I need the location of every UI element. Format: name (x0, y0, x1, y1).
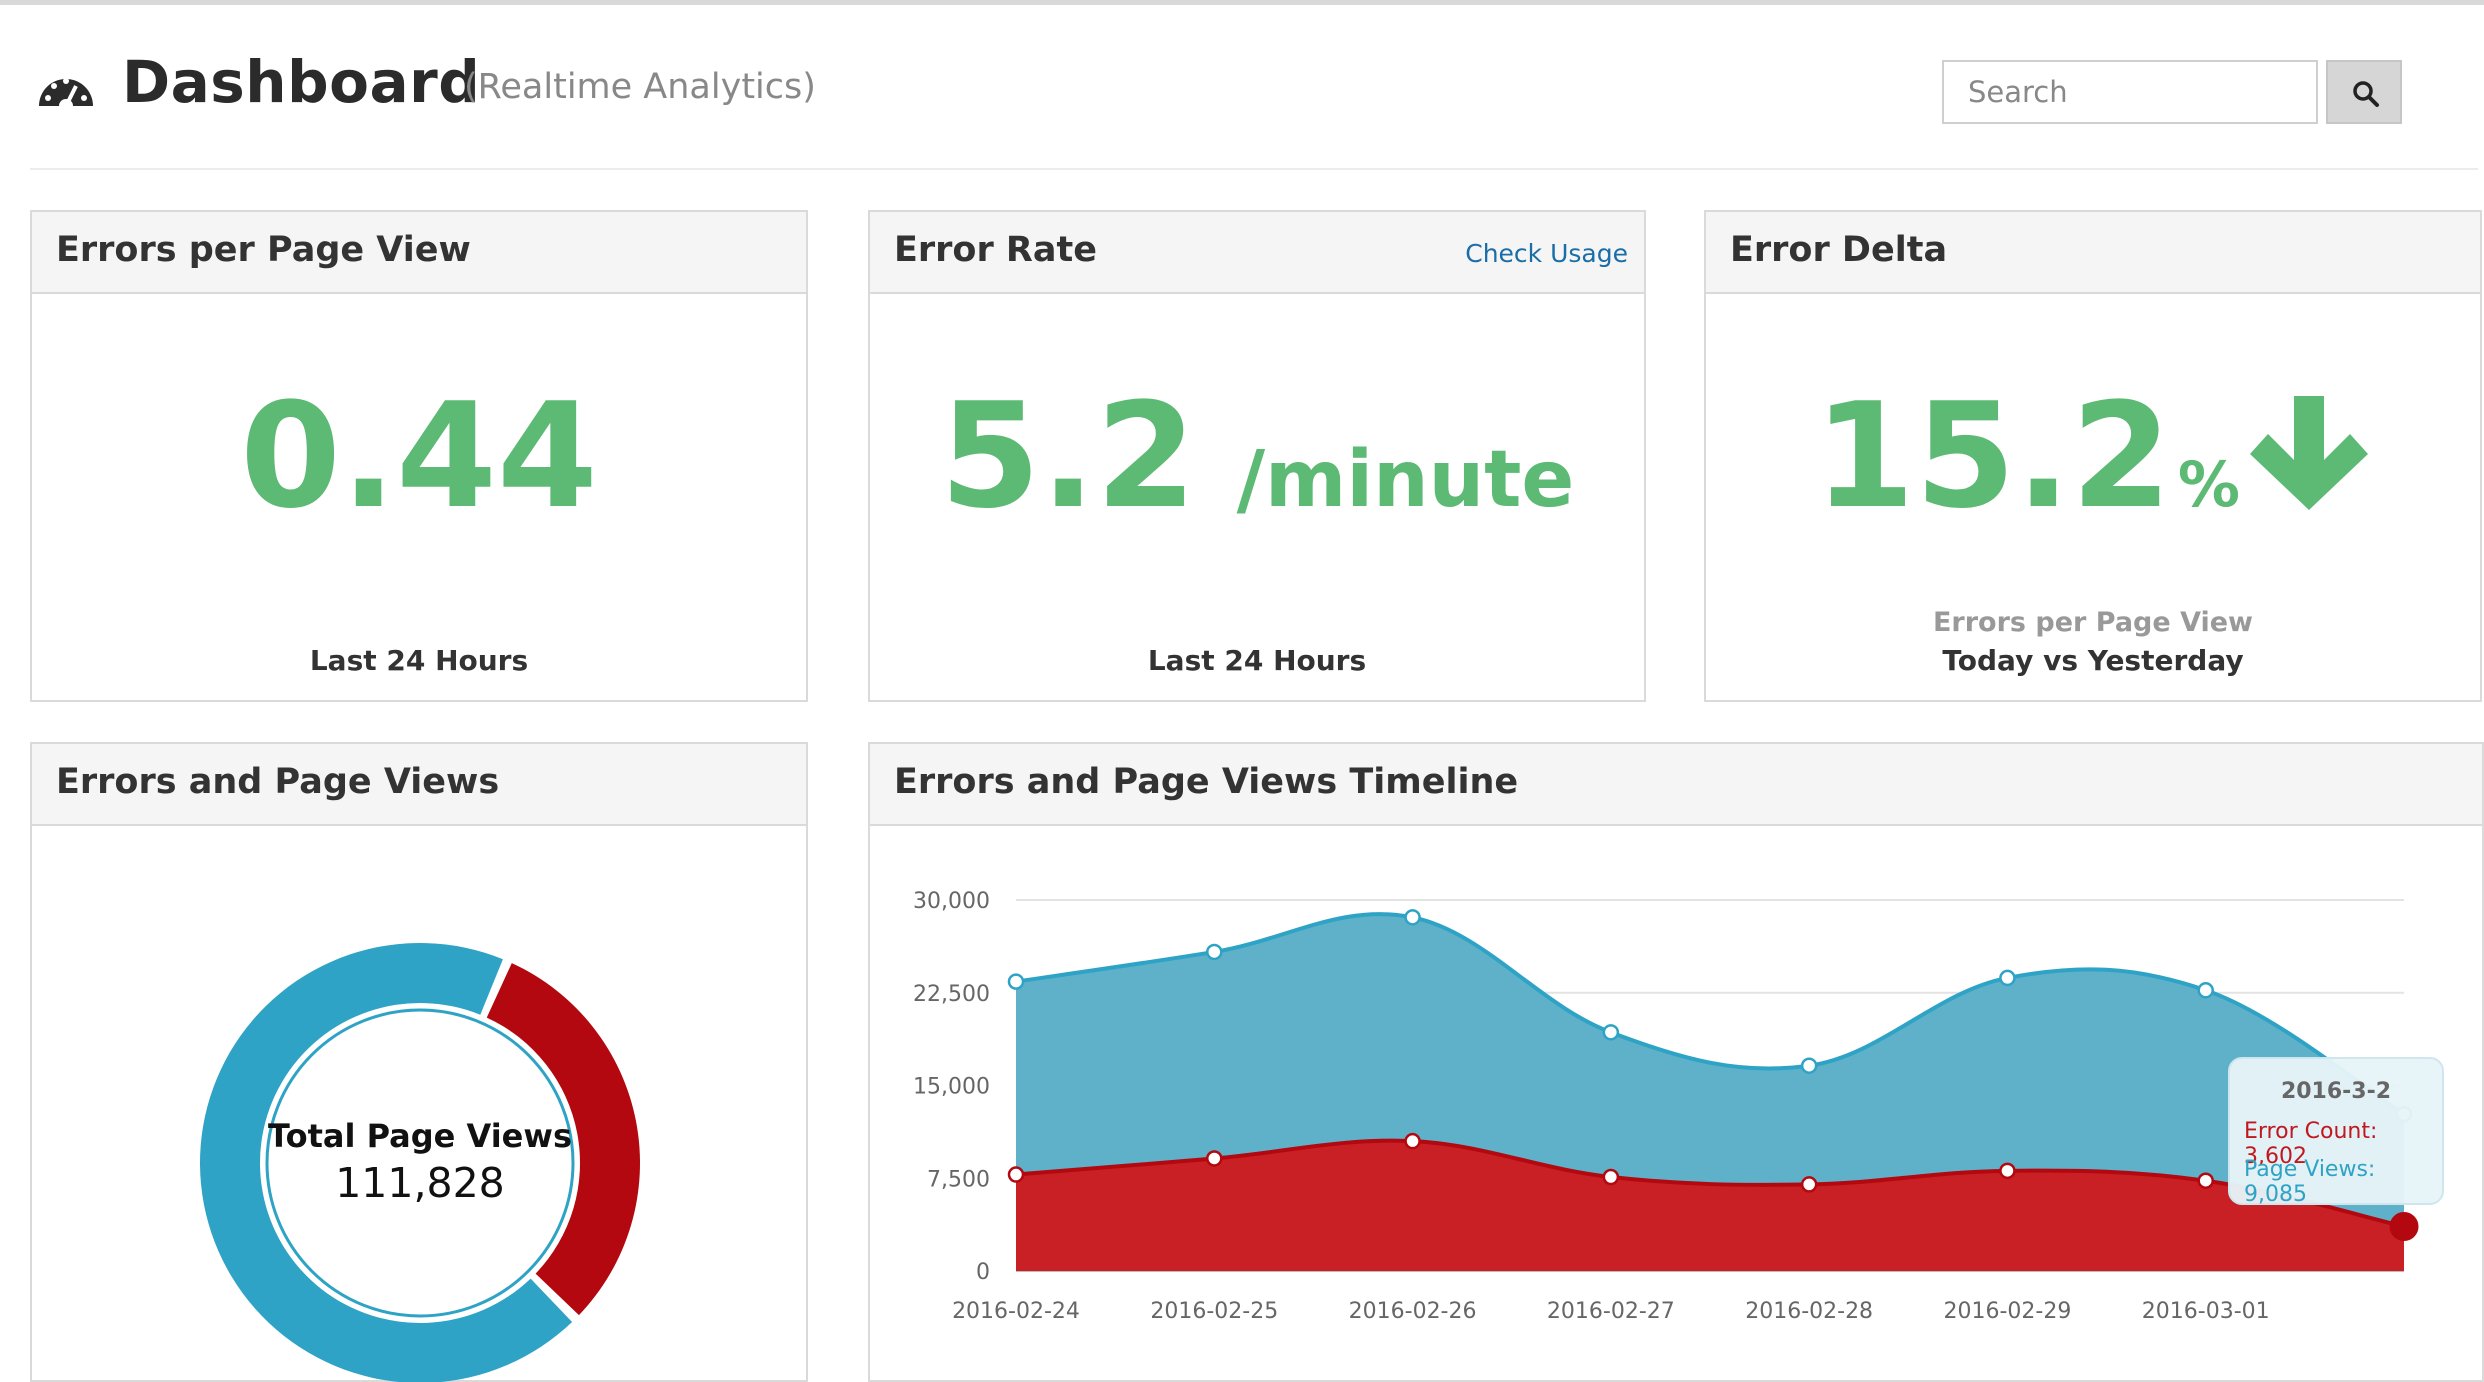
donut-chart: Total Page Views 111,828 (200, 943, 640, 1382)
error-delta-value-group: 15.2% (1706, 382, 2480, 576)
tooltip-page-views: Page Views: 9,085 (2244, 1157, 2376, 1207)
errors-and-page-views-card: Errors and Page Views Total Page Views 1… (30, 742, 808, 1382)
card-header: Errors and Page Views Timeline (870, 744, 2482, 826)
chart-tooltip: 2016-3-2 Error Count: 3,602 Page Views: … (2228, 1057, 2444, 1207)
errors-per-page-view-value: 0.44 (240, 372, 598, 541)
page-title: Dashboard (122, 48, 481, 116)
card-title: Error Delta (1730, 230, 1948, 270)
card-header: Error Delta (1706, 212, 2480, 294)
error-rate-value-group: 5.2/minute (870, 382, 1644, 576)
card-title: Errors per Page View (56, 230, 471, 270)
search-field[interactable] (1942, 60, 2318, 124)
error-rate-card: Error Rate Check Usage 5.2/minute Last 2… (868, 210, 1646, 702)
top-border (0, 0, 2484, 5)
search-button[interactable] (2326, 60, 2402, 124)
check-usage-link[interactable]: Check Usage (1465, 239, 1628, 268)
error-delta-card: Error Delta 15.2% Errors per Page View T… (1704, 210, 2482, 702)
card-caption: Today vs Yesterday (1942, 644, 2244, 677)
arrow-down-icon (2249, 396, 2368, 510)
tooltip-date: 2016-3-2 (2280, 1079, 2392, 1104)
card-header: Errors and Page Views (32, 744, 806, 826)
card-title: Errors and Page Views (56, 762, 500, 802)
page-subtitle: (Realtime Analytics) (464, 67, 816, 107)
error-rate-unit: /minute (1236, 435, 1575, 525)
search-input[interactable] (1966, 62, 2310, 122)
donut-center-value: 111,828 (335, 1159, 505, 1207)
search-icon (2353, 81, 2379, 107)
page-header: Dashboard (Realtime Analytics) (30, 40, 2470, 160)
error-delta-value: 15.2 (1814, 372, 2172, 541)
card-caption-top: Errors per Page View (1932, 607, 2254, 638)
card-caption: Last 24 Hours (309, 644, 529, 677)
donut-center-label: Total Page Views (268, 1117, 572, 1155)
error-delta-unit: % (2177, 448, 2240, 521)
card-title: Errors and Page Views Timeline (894, 762, 1519, 802)
card-title: Error Rate (894, 230, 1097, 270)
card-header: Error Rate Check Usage (870, 212, 1644, 294)
errors-per-page-view-card: Errors per Page View 0.44 Last 24 Hours (30, 210, 808, 702)
tachometer-icon (39, 78, 93, 112)
card-header: Errors per Page View (32, 212, 806, 294)
card-caption: Last 24 Hours (1147, 644, 1367, 677)
header-divider (30, 168, 2478, 170)
error-rate-value: 5.2 (939, 372, 1197, 541)
